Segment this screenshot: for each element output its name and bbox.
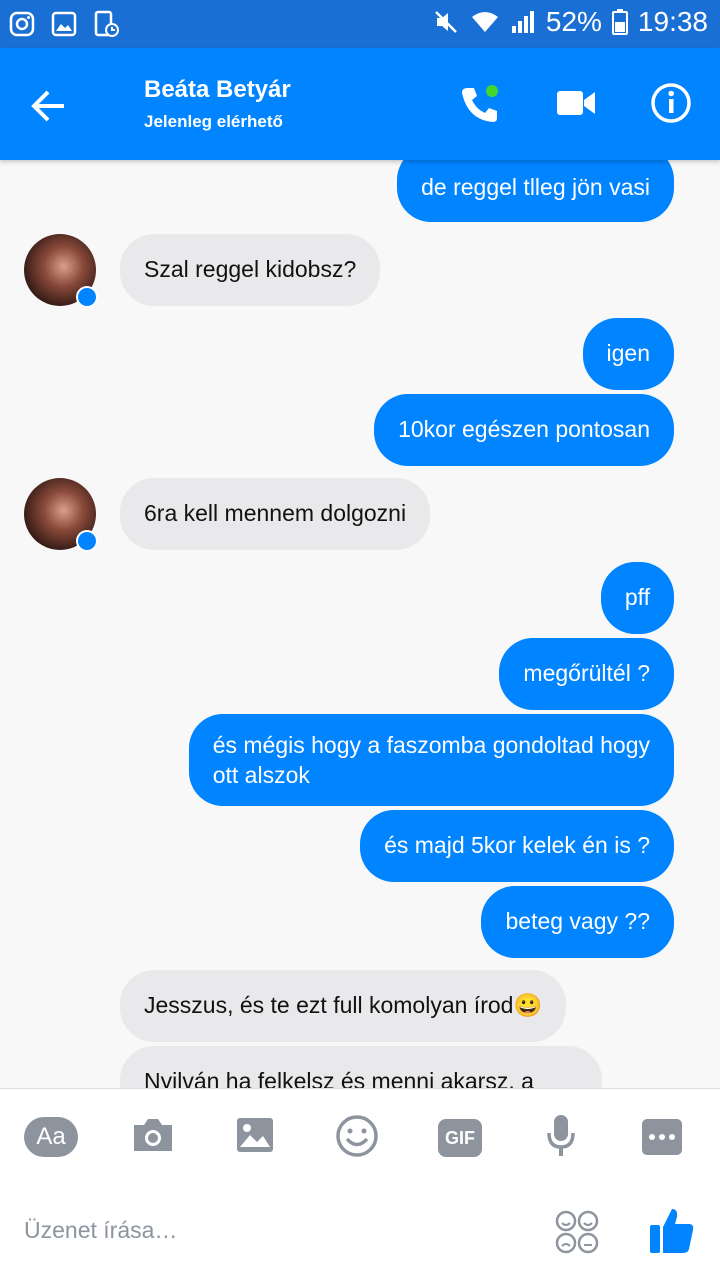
messenger-badge-icon xyxy=(76,530,98,552)
message-list[interactable]: de reggel tlleg jön vasi Szal reggel kid… xyxy=(0,160,720,1088)
message-text: pff xyxy=(624,584,650,610)
message-bubble-outgoing[interactable]: és mégis hogy a faszomba gondoltad hogy … xyxy=(188,714,674,806)
clock: 19:38 xyxy=(637,6,708,37)
battery-icon xyxy=(611,8,628,36)
instagram-icon xyxy=(8,10,36,38)
message-text-line: és mégis hogy a faszomba gondoltad hogy xyxy=(212,732,650,758)
message-bubble-outgoing[interactable]: beteg vagy ?? xyxy=(481,886,674,958)
mute-icon xyxy=(432,8,460,36)
message-text: beteg vagy ?? xyxy=(505,908,650,934)
info-icon[interactable] xyxy=(650,82,692,129)
message-text: igen xyxy=(606,340,650,366)
message-text: Nyilván ha felkelsz és menni akarsz, a xyxy=(144,1068,534,1088)
avatar[interactable] xyxy=(24,234,98,308)
camera-icon[interactable] xyxy=(130,1113,176,1162)
stickers-icon[interactable] xyxy=(554,1209,600,1260)
messenger-badge-icon xyxy=(76,286,98,308)
message-bubble-incoming[interactable]: Jesszus, és te ezt full komolyan írod😀 xyxy=(120,970,567,1042)
phone-icon[interactable] xyxy=(458,82,502,131)
contact-name[interactable]: Beáta Betyár xyxy=(144,76,291,104)
message-text: 10kor egészen pontosan xyxy=(398,416,650,442)
composer: Aa GIF Üzenet írása… xyxy=(0,1088,720,1280)
message-bubble-outgoing[interactable]: pff xyxy=(600,562,674,634)
battery-percent: 52% xyxy=(545,6,602,37)
status-bar: 52% 19:38 xyxy=(0,0,720,48)
message-bubble-outgoing[interactable]: 10kor egészen pontosan xyxy=(374,394,674,466)
message-text: Jesszus, és te ezt full komolyan írod xyxy=(144,992,514,1018)
message-text: Szal reggel kidobsz? xyxy=(144,256,357,282)
more-icon[interactable] xyxy=(640,1117,684,1162)
image-icon[interactable] xyxy=(234,1113,276,1162)
contact-status: Jelenleg elérhető xyxy=(144,112,283,131)
thumbs-up-icon[interactable] xyxy=(648,1205,696,1260)
message-bubble-incoming[interactable]: Szal reggel kidobsz? xyxy=(120,234,381,306)
avatar[interactable] xyxy=(24,478,98,552)
gallery-icon xyxy=(50,10,78,38)
notification-icons xyxy=(8,10,120,38)
message-input[interactable]: Üzenet írása… xyxy=(24,1217,177,1244)
text-format-button[interactable]: Aa xyxy=(24,1117,78,1157)
conversation-header: Beáta Betyár Jelenleg elérhető xyxy=(0,48,720,160)
message-text-line: ott alszok xyxy=(212,762,310,788)
signal-icon xyxy=(510,8,536,36)
messenger-screen: 52% 19:38 Beáta Betyár Jelenleg elérhető… xyxy=(0,0,720,1280)
message-bubble-incoming[interactable]: 6ra kell mennem dolgozni xyxy=(120,478,431,550)
system-indicators: 52% 19:38 xyxy=(432,6,708,38)
video-camera-icon[interactable] xyxy=(556,88,596,123)
wifi-icon xyxy=(470,8,500,36)
message-text: 6ra kell mennem dolgozni xyxy=(144,500,407,526)
emoji-icon[interactable] xyxy=(334,1113,380,1164)
message-bubble-outgoing[interactable]: és majd 5kor kelek én is ? xyxy=(360,810,674,882)
microphone-icon[interactable] xyxy=(544,1113,578,1164)
screenshot-icon xyxy=(92,10,120,38)
message-bubble-incoming[interactable]: Nyilván ha felkelsz és menni akarsz, a xyxy=(120,1046,602,1088)
message-text: megőrültél ? xyxy=(523,660,650,686)
back-arrow-icon[interactable] xyxy=(26,84,70,128)
message-bubble-outgoing[interactable]: igen xyxy=(582,318,674,390)
message-bubble-outgoing[interactable]: megőrültél ? xyxy=(499,638,674,710)
gif-button[interactable]: GIF xyxy=(438,1119,482,1157)
message-bubble-outgoing[interactable]: de reggel tlleg jön vasi xyxy=(397,160,674,222)
message-text: és majd 5kor kelek én is ? xyxy=(384,832,650,858)
message-text: de reggel tlleg jön vasi xyxy=(421,174,650,200)
grinning-emoji: 😀 xyxy=(513,992,543,1018)
